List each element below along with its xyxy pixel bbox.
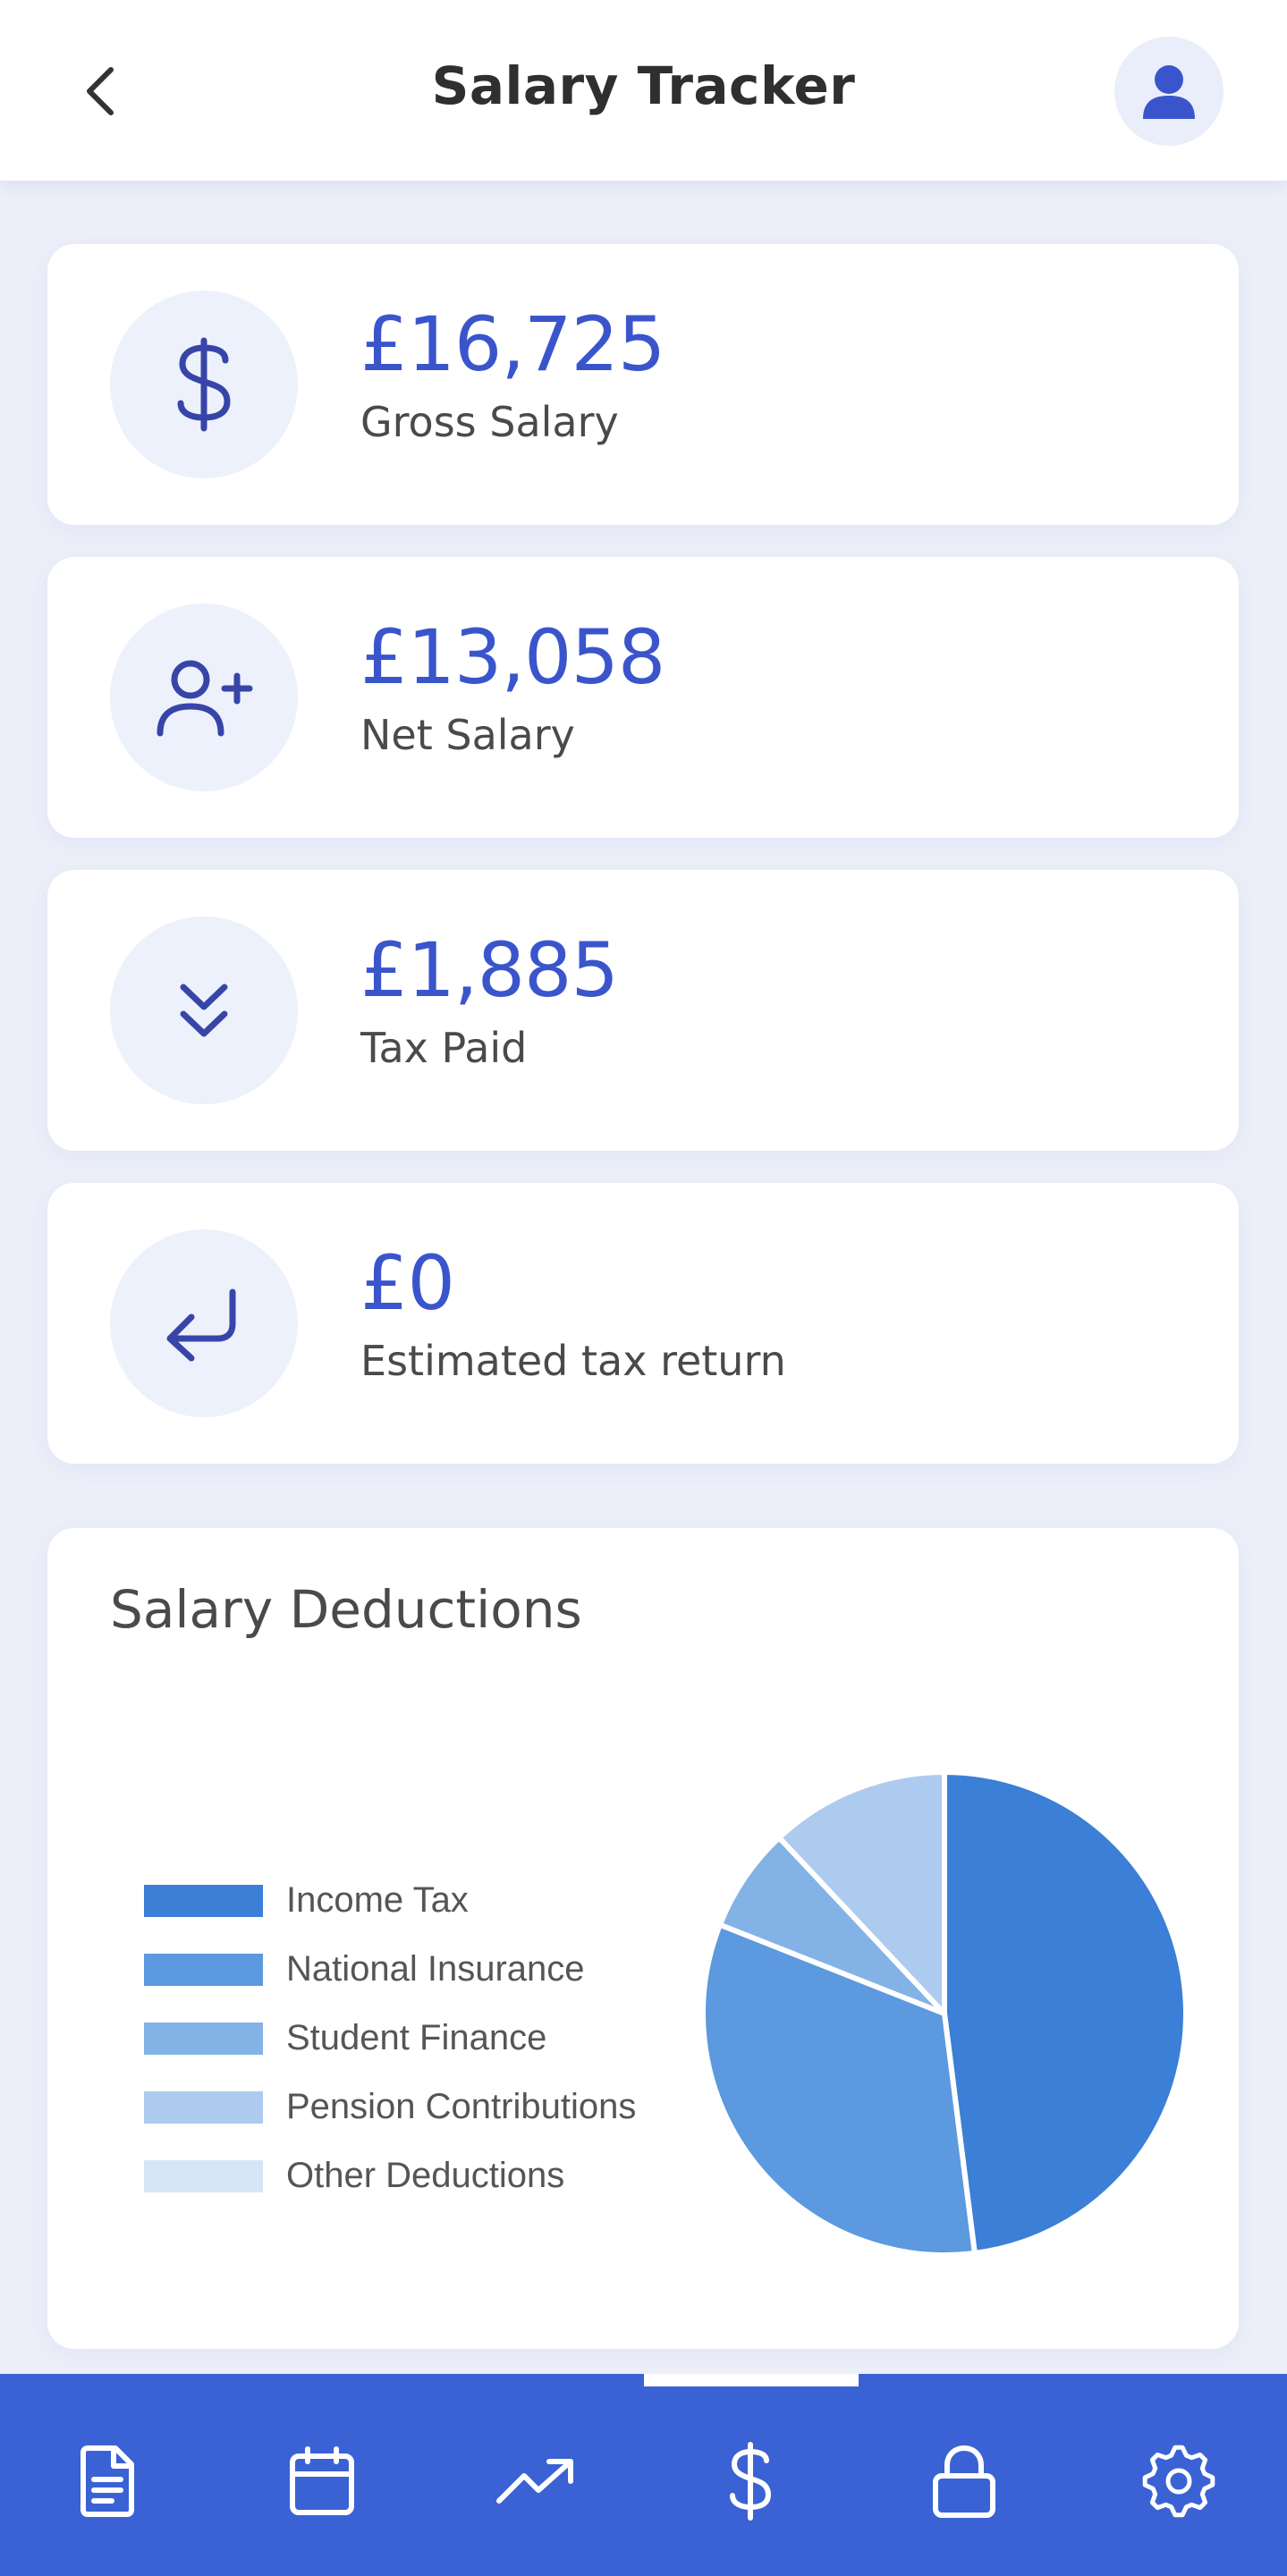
legend-item: Income Tax — [144, 1866, 636, 1935]
stat-label: Gross Salary — [360, 398, 619, 446]
stat-card-net-salary: £13,058 Net Salary — [47, 557, 1239, 838]
legend-item: Other Deductions — [144, 2141, 636, 2210]
legend-swatch — [144, 2159, 263, 2192]
pie-chart — [700, 1769, 1189, 2258]
legend-label: Pension Contributions — [286, 2087, 637, 2126]
user-icon — [1143, 65, 1195, 119]
active-tab-indicator — [644, 2374, 859, 2386]
legend-label: Other Deductions — [286, 2156, 565, 2195]
profile-button[interactable] — [1114, 37, 1223, 146]
user-plus-icon — [157, 660, 253, 737]
legend-label: Student Finance — [286, 2018, 547, 2057]
legend-swatch — [144, 2022, 263, 2055]
dollar-icon — [177, 337, 231, 432]
stat-value: £13,058 — [360, 613, 665, 701]
legend-label: National Insurance — [286, 1949, 585, 1989]
chart-title: Salary Deductions — [110, 1579, 582, 1640]
nav-item-security[interactable] — [919, 2437, 1009, 2526]
lock-icon — [933, 2445, 995, 2518]
return-arrow-icon — [166, 1288, 236, 1362]
bottom-nav — [0, 2374, 1287, 2576]
chevrons-down-icon — [180, 984, 228, 1037]
page-title: Salary Tracker — [431, 55, 856, 116]
nav-item-salary[interactable] — [706, 2437, 795, 2526]
gear-icon — [1142, 2445, 1215, 2518]
stat-card-estimated-tax-return: £0 Estimated tax return — [47, 1183, 1239, 1464]
legend-label: Income Tax — [286, 1880, 469, 1920]
nav-item-settings[interactable] — [1134, 2437, 1223, 2526]
stat-icon-badge — [110, 1229, 298, 1417]
document-icon — [80, 2445, 134, 2517]
trending-up-icon — [496, 2459, 573, 2504]
stat-label: Tax Paid — [360, 1024, 528, 1072]
legend-swatch — [144, 2090, 263, 2124]
calendar-icon — [290, 2446, 354, 2515]
legend-item: National Insurance — [144, 1935, 636, 2004]
stat-label: Estimated tax return — [360, 1337, 786, 1385]
stat-value: £1,885 — [360, 926, 619, 1014]
stat-icon-badge — [110, 291, 298, 478]
app-header: Salary Tracker — [0, 0, 1287, 181]
legend-swatch — [144, 1884, 263, 1917]
chart-legend: Income Tax National Insurance Student Fina… — [144, 1866, 636, 2210]
stat-icon-badge — [110, 916, 298, 1104]
legend-item: Pension Contributions — [144, 2073, 636, 2141]
stat-value: £0 — [360, 1239, 455, 1327]
pie-slice-income-tax — [942, 1769, 1189, 2256]
salary-deductions-card: Salary Deductions Income Tax National Ins… — [47, 1528, 1239, 2349]
stat-icon-badge — [110, 604, 298, 791]
dollar-icon — [730, 2442, 772, 2521]
stat-card-tax-paid: £1,885 Tax Paid — [47, 870, 1239, 1151]
stat-value: £16,725 — [360, 300, 665, 388]
legend-swatch — [144, 1953, 263, 1986]
nav-item-documents[interactable] — [63, 2437, 152, 2526]
nav-item-trends[interactable] — [491, 2437, 580, 2526]
legend-item: Student Finance — [144, 2004, 636, 2073]
stat-label: Net Salary — [360, 711, 575, 759]
nav-item-calendar[interactable] — [277, 2437, 367, 2526]
stat-card-gross-salary: £16,725 Gross Salary — [47, 244, 1239, 525]
